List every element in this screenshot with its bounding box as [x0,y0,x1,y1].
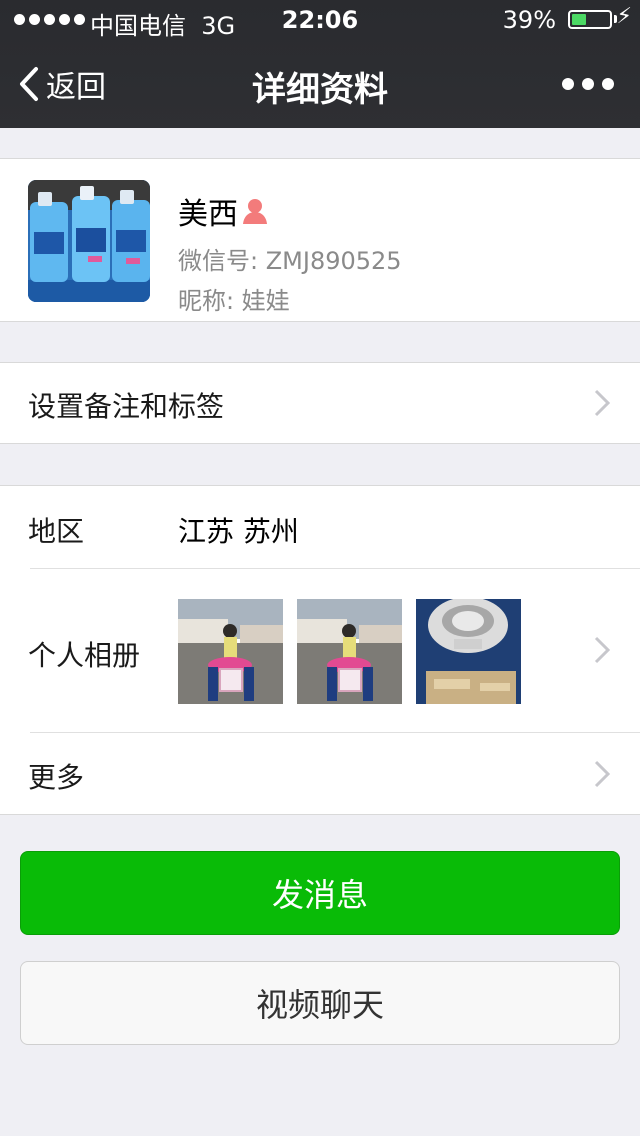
chevron-right-icon [594,389,610,417]
album-photo[interactable] [178,599,283,704]
name-row: 美西 [178,189,268,233]
female-icon [243,199,267,224]
divider [30,568,640,569]
more-label: 更多 [28,761,85,794]
page-title: 详细资料 [252,70,388,110]
more-dot-icon [562,78,574,90]
video-chat-button[interactable]: 视频聊天 [20,961,620,1045]
chevron-right-icon [594,636,610,664]
divider [30,732,640,733]
profile-card[interactable]: 美西 微信号: ZMJ890525 昵称: 娃娃 [0,158,640,322]
more-options-button[interactable] [562,78,614,90]
navigation-bar: 返回 详细资料 [0,40,640,128]
chevron-right-icon [594,760,610,788]
battery-percent: 39% [502,6,556,34]
status-bar: 中国电信 3G 22:06 39% ⚡ [0,0,640,40]
album-label: 个人相册 [28,639,141,672]
nickname: 昵称: 娃娃 [178,287,290,315]
charging-icon: ⚡ [616,4,632,29]
set-remark-tags-row[interactable]: 设置备注和标签 [0,362,640,444]
profile-name: 美西 [178,197,238,232]
info-card: 地区 江苏 苏州 个人相册 更多 [0,485,640,815]
region-label: 地区 [28,515,85,548]
battery-icon [568,10,612,29]
album-photo[interactable] [416,599,521,704]
album-photo[interactable] [297,599,402,704]
remark-label: 设置备注和标签 [28,390,225,423]
wechat-id: 微信号: ZMJ890525 [178,247,402,275]
avatar[interactable] [28,180,150,302]
region-value: 江苏 苏州 [178,515,299,548]
top-bar: 中国电信 3G 22:06 39% ⚡ 返回 详细资料 [0,0,640,128]
send-message-button[interactable]: 发消息 [20,851,620,935]
